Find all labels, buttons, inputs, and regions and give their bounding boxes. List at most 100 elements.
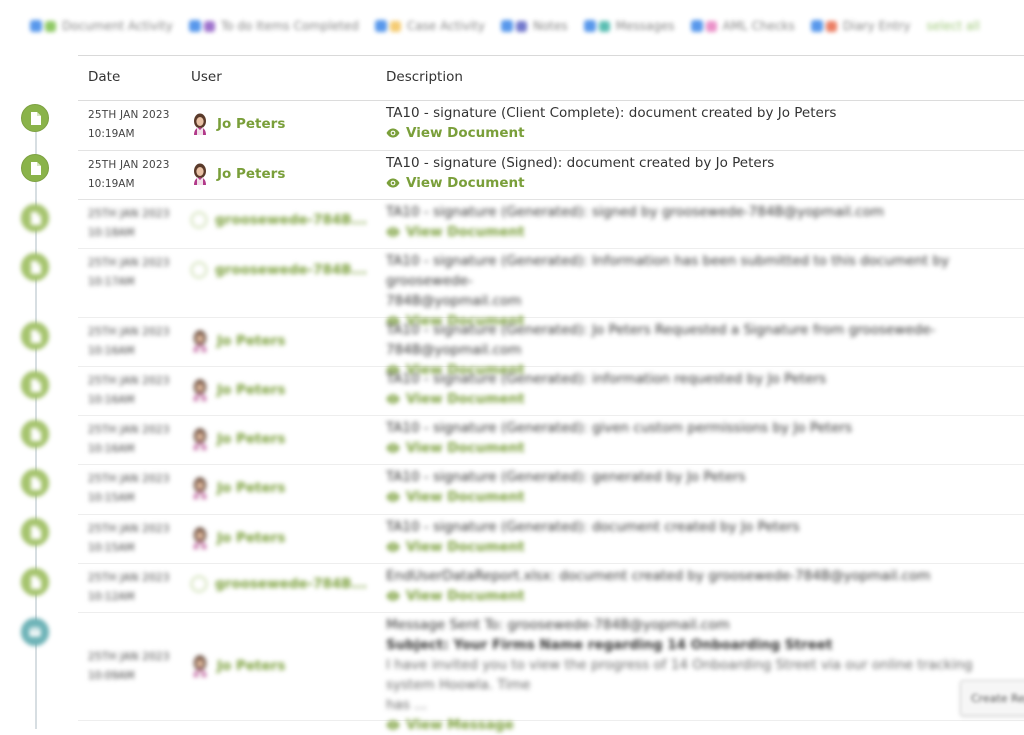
user-name-link[interactable]: Jo Peters: [217, 333, 285, 349]
view-document-link[interactable]: View Document: [386, 222, 1016, 242]
checkbox-icon[interactable]: [690, 20, 703, 32]
table-row: 25TH JAN 2023 10:12AM groosewede-784B... En…: [78, 563, 1024, 613]
user-name-link[interactable]: groosewede-784B...: [215, 212, 367, 228]
row-user[interactable]: Jo Peters: [191, 527, 285, 549]
filter-chip[interactable]: To do Items Completed: [188, 19, 359, 33]
description-line: TA10 - signature (Client Complete): docu…: [386, 105, 837, 121]
filter-chip[interactable]: Messages: [583, 19, 675, 33]
table-row: 25TH JAN 2023 10:09AM Jo Peters Message Sen…: [78, 612, 1024, 733]
table-row: 25TH JAN 2023 10:15AM Jo Peters TA10 - sign…: [78, 514, 1024, 564]
row-user[interactable]: groosewede-784B...: [191, 576, 367, 592]
row-date: 25TH JAN 2023 10:15AM: [88, 520, 170, 558]
filter-chip[interactable]: Diary Entry: [810, 19, 911, 33]
row-user[interactable]: Jo Peters: [191, 477, 285, 499]
eye-icon: [386, 720, 400, 730]
view-document-link[interactable]: View Document: [386, 487, 1016, 507]
view-document-link[interactable]: View Document: [386, 173, 1016, 193]
time-text: 10:18AM: [88, 227, 135, 239]
checkbox-icon[interactable]: [810, 20, 823, 32]
view-document-link[interactable]: View Document: [386, 586, 1016, 606]
avatar: [191, 212, 207, 228]
row-date: 25TH JAN 2023 10:09AM: [88, 648, 170, 686]
row-user[interactable]: Jo Peters: [191, 330, 285, 352]
link-label: View Document: [406, 539, 525, 555]
description-line: 784B@yopmail.com: [386, 293, 522, 309]
user-name-link[interactable]: groosewede-784B...: [215, 576, 367, 592]
row-user[interactable]: Jo Peters: [191, 379, 285, 401]
row-user[interactable]: Jo Peters: [191, 163, 285, 185]
avatar: [191, 262, 207, 278]
timeline-node: [21, 154, 51, 184]
avatar: [191, 330, 209, 352]
user-name-link[interactable]: Jo Peters: [217, 530, 285, 546]
description-line: TA10 - signature (Generated): generated …: [386, 469, 746, 485]
row-date: 25TH JAN 2023 10:17AM: [88, 254, 170, 292]
user-name-link[interactable]: Jo Peters: [217, 431, 285, 447]
document-icon: [21, 568, 49, 596]
time-text: 10:15AM: [88, 542, 135, 554]
description-line: has ...: [386, 697, 428, 713]
date-text: 25TH JAN 2023: [88, 109, 170, 121]
link-label: View Document: [406, 175, 525, 191]
filter-chip[interactable]: AML Checks: [690, 19, 795, 33]
checkbox-icon[interactable]: [583, 20, 596, 32]
checkbox-icon[interactable]: [374, 20, 387, 32]
link-label: View Document: [406, 489, 525, 505]
user-name-link[interactable]: Jo Peters: [217, 166, 285, 182]
document-icon: [21, 253, 49, 281]
view-message-link[interactable]: View Message: [386, 715, 1016, 735]
view-document-link[interactable]: View Document: [386, 389, 1016, 409]
description-line: TA10 - signature (Generated): informatio…: [386, 371, 827, 387]
user-name-link[interactable]: Jo Peters: [217, 480, 285, 496]
user-name-link[interactable]: Jo Peters: [217, 382, 285, 398]
user-name-link[interactable]: Jo Peters: [217, 658, 285, 674]
row-user[interactable]: groosewede-784B...: [191, 262, 367, 278]
filter-label: Case Activity: [406, 19, 485, 33]
row-description: TA10 - signature (Generated): informatio…: [386, 369, 1016, 409]
document-icon: [21, 204, 49, 232]
create-report-button[interactable]: Create Rep: [960, 680, 1024, 716]
time-text: 10:17AM: [88, 276, 135, 288]
document-icon: [21, 420, 49, 448]
description-line: TA10 - signature (Generated): Informatio…: [386, 253, 950, 289]
user-name-link[interactable]: Jo Peters: [217, 116, 285, 132]
row-description: Message Sent To: groosewede-784B@yopmail…: [386, 615, 1016, 735]
eye-icon: [386, 178, 400, 188]
row-date: 25TH JAN 2023 10:19AM: [88, 106, 170, 144]
row-date: 25TH JAN 2023 10:18AM: [88, 205, 170, 243]
filter-chip[interactable]: Case Activity: [374, 19, 485, 33]
table-row: 25TH JAN 2023 10:19AM Jo Peters TA10 - sign…: [78, 100, 1024, 151]
checkbox-icon[interactable]: [30, 20, 42, 32]
date-text: 25TH JAN 2023: [88, 159, 170, 171]
row-description: TA10 - signature (Signed): document crea…: [386, 153, 1016, 193]
eye-icon: [386, 492, 400, 502]
row-user[interactable]: groosewede-784B...: [191, 212, 367, 228]
link-label: View Message: [406, 717, 514, 733]
view-document-link[interactable]: View Document: [386, 438, 1016, 458]
timeline-node: [21, 618, 51, 648]
row-user[interactable]: Jo Peters: [191, 428, 285, 450]
filter-label: Diary Entry: [842, 19, 911, 33]
user-name-link[interactable]: groosewede-784B...: [215, 262, 367, 278]
document-icon: [21, 371, 49, 399]
view-document-link[interactable]: View Document: [386, 537, 1016, 557]
link-label: View Document: [406, 125, 525, 141]
view-document-link[interactable]: View Document: [386, 123, 1016, 143]
row-date: 25TH JAN 2023 10:16AM: [88, 372, 170, 410]
avatar: [191, 163, 209, 185]
row-user[interactable]: Jo Peters: [191, 113, 285, 135]
date-text: 25TH JAN 2023: [88, 572, 170, 584]
row-user[interactable]: Jo Peters: [191, 655, 285, 677]
document-icon: [21, 469, 49, 497]
description-line: Subject: Your Firms Name regarding 14 On…: [386, 637, 833, 653]
filter-chip[interactable]: Document Activity: [30, 19, 173, 33]
date-text: 25TH JAN 2023: [88, 208, 170, 220]
filter-label: To do Items Completed: [220, 19, 359, 33]
table-row: 25TH JAN 2023 10:18AM groosewede-784B... TA…: [78, 199, 1024, 249]
checkbox-icon[interactable]: [500, 20, 513, 32]
checkbox-icon[interactable]: [188, 20, 201, 32]
avatar: [191, 527, 209, 549]
select-all-link[interactable]: select all: [926, 19, 980, 33]
filter-chip[interactable]: Notes: [500, 19, 568, 33]
description-line: EndUserDataReport.xlsx: document created…: [386, 568, 931, 584]
